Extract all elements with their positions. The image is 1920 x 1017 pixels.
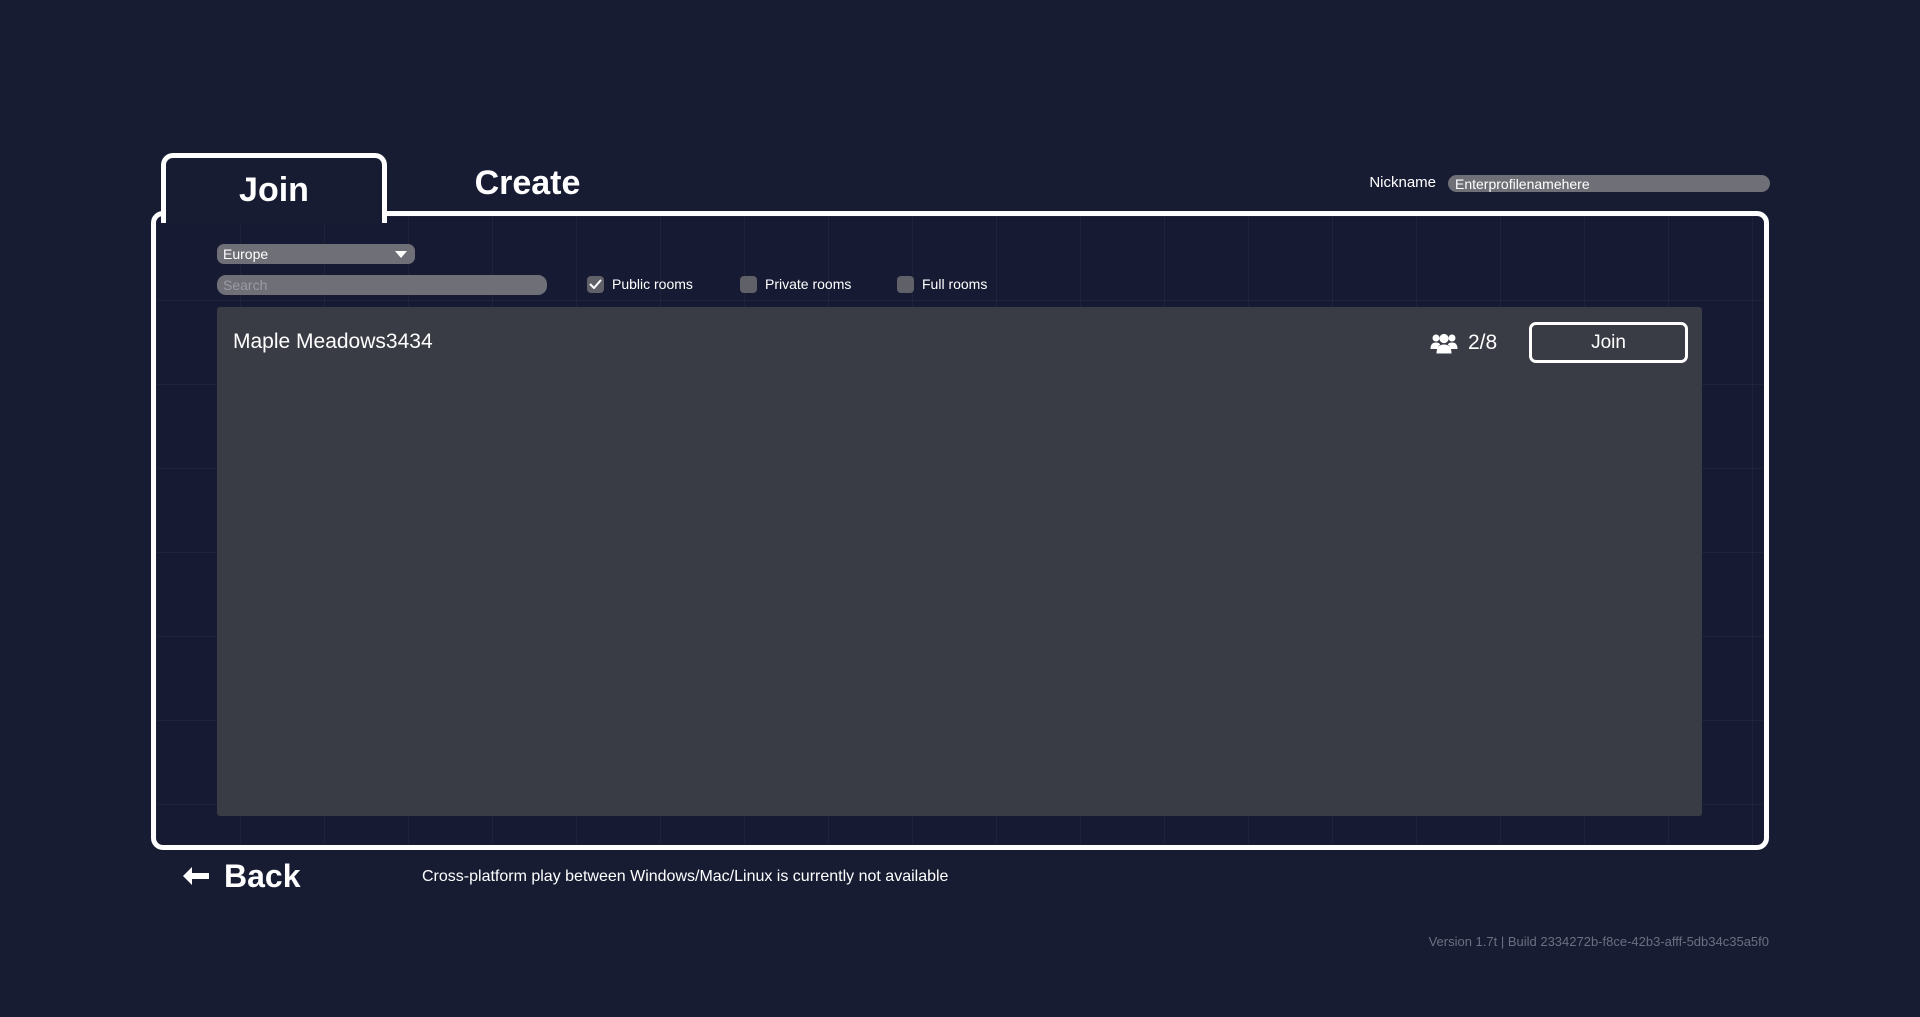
tab-join-label: Join [239, 171, 309, 209]
join-room-button-label: Join [1591, 331, 1626, 353]
list-item: Maple Meadows3434 2/8 Join [217, 307, 1702, 377]
players-icon [1430, 333, 1458, 354]
full-rooms-checkbox[interactable]: Full rooms [897, 274, 987, 294]
public-rooms-label: Public rooms [612, 276, 693, 292]
join-room-button[interactable]: Join [1529, 322, 1688, 363]
tab-join[interactable]: Join [161, 153, 387, 223]
region-dropdown[interactable]: Europe [217, 244, 415, 264]
room-player-count-value: 2/8 [1468, 331, 1498, 354]
checkmark-icon [589, 279, 602, 289]
private-rooms-label: Private rooms [765, 276, 852, 292]
private-rooms-check-box [740, 275, 757, 293]
public-rooms-checkbox[interactable]: Public rooms [587, 274, 693, 294]
nickname-input[interactable] [1448, 175, 1770, 192]
full-rooms-check-box [897, 275, 914, 293]
chevron-down-icon [395, 251, 407, 258]
public-rooms-check-box [587, 275, 604, 293]
version-info: Version 1.7t | Build 2334272b-f8ce-42b3-… [1428, 934, 1769, 949]
room-name: Maple Meadows3434 [233, 330, 433, 353]
nickname-label: Nickname [1369, 174, 1436, 191]
cross-platform-notice: Cross-platform play between Windows/Mac/… [422, 868, 949, 885]
room-list: Maple Meadows3434 2/8 Join [217, 307, 1702, 816]
region-dropdown-value: Europe [223, 246, 269, 262]
search-input[interactable] [217, 275, 547, 295]
tab-create-label: Create [474, 163, 581, 202]
full-rooms-label: Full rooms [922, 276, 988, 292]
room-player-count: 2/8 [1430, 331, 1497, 355]
private-rooms-checkbox[interactable]: Private rooms [740, 274, 851, 294]
tab-create[interactable]: Create [440, 155, 615, 211]
arrow-left-icon [183, 867, 209, 885]
back-button[interactable]: Back [182, 856, 301, 896]
back-label: Back [224, 857, 301, 894]
